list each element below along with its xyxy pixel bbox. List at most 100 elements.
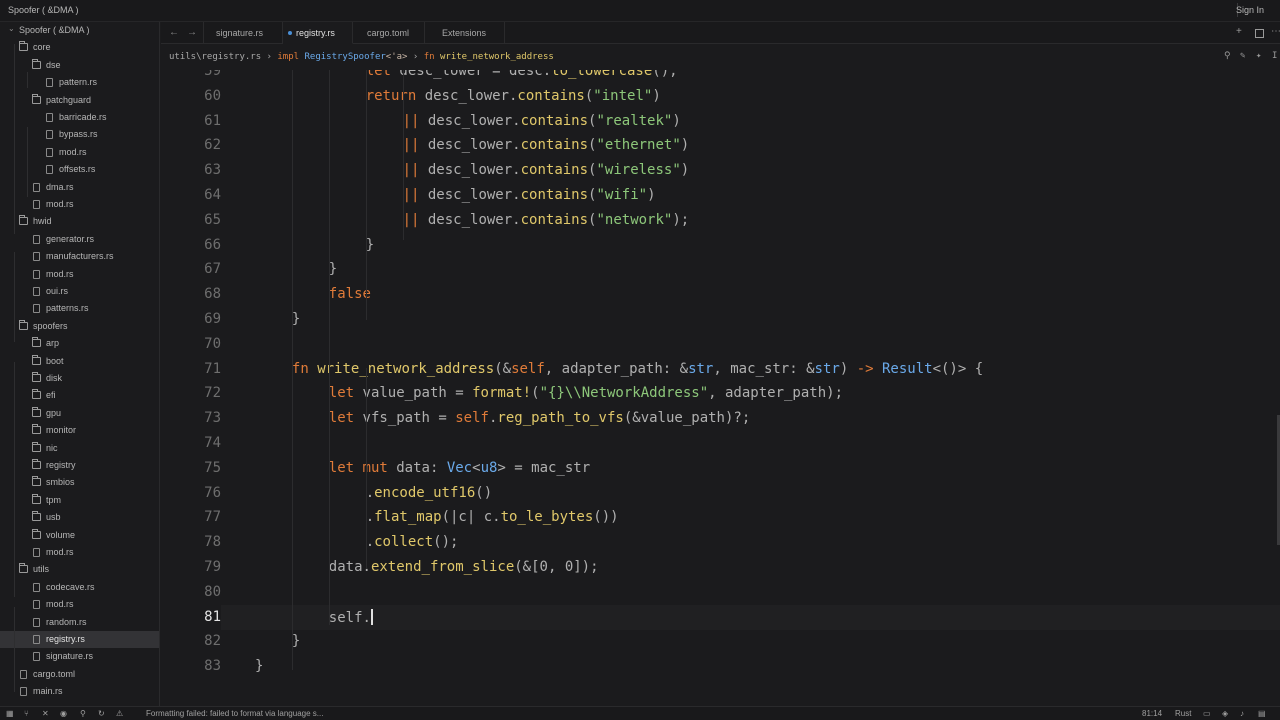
- folder-item[interactable]: efi: [0, 387, 159, 404]
- tree-item-label: mod.rs: [46, 547, 74, 557]
- panel-toggle-icon[interactable]: ▦: [6, 709, 14, 718]
- file-item[interactable]: registry.rs: [0, 631, 159, 648]
- tree-item-label: codecave.rs: [46, 581, 95, 592]
- folder-item[interactable]: smbios: [0, 474, 159, 491]
- code-text: data.extend_from_slice(&[0, 0]);: [329, 559, 599, 575]
- warning-icon[interactable]: ⚠: [116, 709, 123, 718]
- bell-icon[interactable]: ♪: [1240, 709, 1244, 718]
- folder-item[interactable]: spoofers: [0, 318, 159, 335]
- search-icon[interactable]: ⚲: [80, 709, 86, 718]
- folder-item[interactable]: gpu: [0, 405, 159, 422]
- code-token: (|c| c.: [441, 509, 501, 526]
- folder-item[interactable]: boot: [0, 353, 159, 370]
- tab-extensions[interactable]: Extensions: [425, 22, 505, 44]
- file-item[interactable]: mod.rs: [0, 596, 159, 613]
- tab-registry[interactable]: registry.rs: [283, 22, 353, 44]
- back-arrow-icon[interactable]: ←: [169, 27, 179, 38]
- file-item[interactable]: mod.rs: [0, 266, 159, 283]
- tools-icon[interactable]: ✕: [42, 709, 49, 718]
- code-token: ()): [593, 509, 619, 526]
- folder-item[interactable]: arp: [0, 335, 159, 352]
- search-icon[interactable]: ⚲: [1224, 51, 1231, 61]
- file-item[interactable]: patterns.rs: [0, 300, 159, 317]
- line-number: 80: [204, 583, 221, 600]
- breadcrumb-path[interactable]: utils\registry.rs: [169, 52, 261, 62]
- line-number: 69: [204, 311, 221, 327]
- forward-arrow-icon[interactable]: →: [187, 27, 197, 38]
- sparkle-icon[interactable]: ✦: [1256, 51, 1261, 61]
- cursor-position[interactable]: 81:14: [1142, 709, 1162, 718]
- file-item[interactable]: offsets.rs: [0, 161, 159, 178]
- file-item[interactable]: cargo.toml: [0, 666, 159, 683]
- file-item[interactable]: oui.rs: [0, 283, 159, 300]
- folder-item[interactable]: hwid: [0, 213, 159, 230]
- folder-icon: [19, 319, 28, 330]
- ai-assistant-icon[interactable]: ◈: [1222, 709, 1228, 718]
- folder-item[interactable]: usb: [0, 509, 159, 526]
- folder-item[interactable]: patchguard: [0, 92, 159, 109]
- code-text: || desc_lower.contains("ethernet"): [403, 137, 690, 153]
- file-item[interactable]: mod.rs: [0, 544, 159, 561]
- diagnostics-icon[interactable]: ◉: [60, 709, 67, 718]
- project-panel: ⌄ Spoofer ( &DMA ) core dse pattern.rs patchg…: [0, 22, 160, 706]
- split-pane-icon[interactable]: [1255, 29, 1264, 38]
- code-line[interactable]: 83}: [161, 654, 1280, 679]
- folder-item[interactable]: dse: [0, 57, 159, 74]
- status-message[interactable]: Formatting failed: failed to format via …: [146, 709, 323, 718]
- code-token: "wireless": [596, 162, 681, 179]
- tree-item-label: tpm: [46, 494, 62, 505]
- status-bar: ▦ ⑂ ✕ ◉ ⚲ ↻ ⚠ Formatting failed: failed …: [0, 706, 1280, 720]
- file-item[interactable]: bypass.rs: [0, 126, 159, 143]
- folder-item[interactable]: monitor: [0, 422, 159, 439]
- code-token: ();: [652, 70, 678, 79]
- file-item[interactable]: signature.rs: [0, 648, 159, 665]
- folder-icon: [32, 528, 41, 539]
- terminal-icon[interactable]: ▤: [1258, 709, 1266, 718]
- code-line[interactable]: 82}: [161, 629, 1280, 654]
- code-text: fn write_network_address(&self, adapter_…: [292, 361, 983, 377]
- breadcrumb-function[interactable]: write_network_address: [440, 52, 554, 62]
- file-item[interactable]: random.rs: [0, 614, 159, 631]
- file-item[interactable]: pattern.rs: [0, 74, 159, 91]
- tree-root[interactable]: ⌄ Spoofer ( &DMA ): [0, 22, 159, 39]
- code-token: (&[0, 0]);: [514, 559, 599, 575]
- code-token: let mut: [328, 459, 388, 476]
- file-item[interactable]: generator.rs: [0, 231, 159, 248]
- tree-item-label: gpu: [46, 407, 62, 418]
- folder-item[interactable]: registry: [0, 457, 159, 474]
- folder-item[interactable]: disk: [0, 370, 159, 387]
- code-text: return desc_lower.contains("intel"): [366, 88, 661, 104]
- line-number: 71: [204, 360, 221, 377]
- sign-in-button[interactable]: Sign In: [1236, 5, 1264, 15]
- tab-cargo-toml[interactable]: cargo.toml: [353, 22, 425, 44]
- new-tab-icon[interactable]: +: [1236, 26, 1242, 37]
- file-item[interactable]: mod.rs: [0, 144, 159, 161]
- outline-icon[interactable]: ▭: [1203, 709, 1211, 718]
- tab-label: Extensions: [442, 28, 487, 38]
- code-token: let: [328, 385, 355, 402]
- tab-bar: ← → signature.rs registry.rs cargo.toml …: [161, 22, 1280, 44]
- cursor-icon[interactable]: I: [1272, 51, 1277, 61]
- folder-item[interactable]: volume: [0, 527, 159, 544]
- folder-item[interactable]: core: [0, 39, 159, 56]
- code-actions-icon[interactable]: ✎: [1240, 51, 1245, 61]
- file-item[interactable]: codecave.rs: [0, 579, 159, 596]
- code-token: desc_lower.: [419, 162, 521, 179]
- code-editor[interactable]: 59 let desc_lower = desc.to_lowercase(); 6…: [161, 70, 1280, 706]
- folder-item[interactable]: utils: [0, 561, 159, 578]
- git-branch-icon[interactable]: ⑂: [24, 709, 29, 718]
- tree-item-label: mod.rs: [59, 146, 87, 157]
- file-item[interactable]: barricade.rs: [0, 109, 159, 126]
- more-options-icon[interactable]: ⋯: [1271, 26, 1280, 37]
- tab-signature[interactable]: signature.rs: [203, 22, 283, 44]
- file-item[interactable]: main.rs: [0, 683, 159, 700]
- refresh-icon[interactable]: ↻: [98, 709, 105, 718]
- file-item[interactable]: dma.rs: [0, 179, 159, 196]
- file-item[interactable]: mod.rs: [0, 196, 159, 213]
- folder-item[interactable]: nic: [0, 440, 159, 457]
- language-selector[interactable]: Rust: [1175, 709, 1191, 718]
- breadcrumb-type[interactable]: RegistrySpoofer: [305, 52, 386, 62]
- file-item[interactable]: manufacturers.rs: [0, 248, 159, 265]
- folder-item[interactable]: tpm: [0, 492, 159, 509]
- code-token: Result: [881, 360, 933, 377]
